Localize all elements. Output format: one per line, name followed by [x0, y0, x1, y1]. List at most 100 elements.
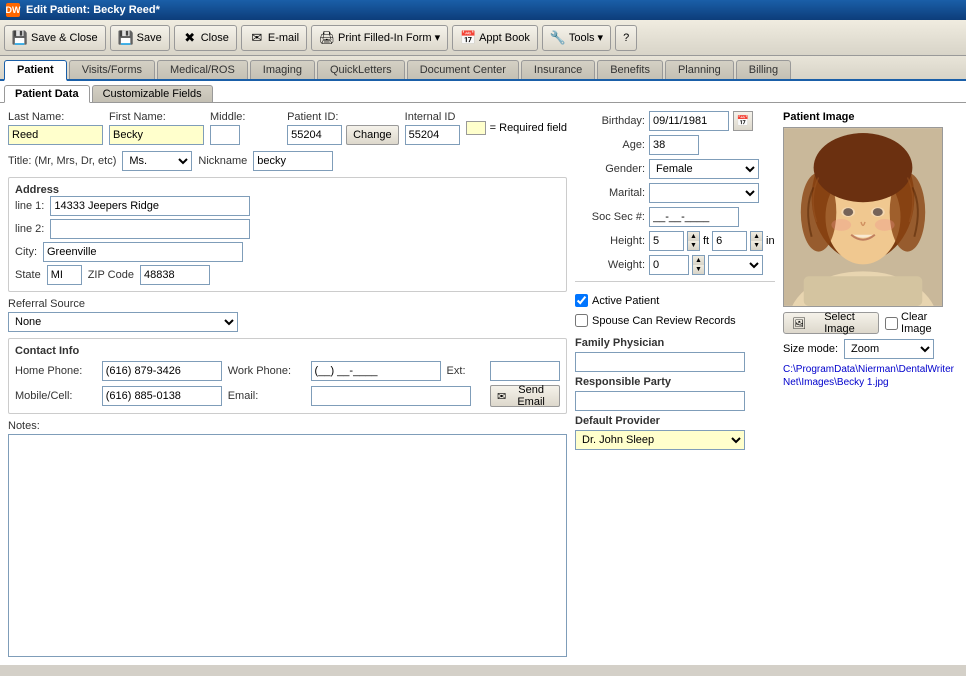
spouse-review-label: Spouse Can Review Records: [592, 315, 736, 327]
clear-image-checkbox[interactable]: [885, 317, 898, 330]
tab-patient[interactable]: Patient: [4, 60, 67, 81]
nickname-input[interactable]: [253, 151, 333, 171]
state-zip-row: State ZIP Code: [15, 265, 560, 285]
weight-input[interactable]: [649, 255, 689, 275]
send-email-button[interactable]: ✉ Send Email: [490, 385, 560, 407]
print-form-button[interactable]: 🖨 Print Filled-In Form ▾: [311, 25, 448, 51]
save-close-icon: 💾: [12, 30, 28, 46]
tab-planning[interactable]: Planning: [665, 60, 734, 79]
first-name-input[interactable]: [109, 125, 204, 145]
tab-medical-ros[interactable]: Medical/ROS: [157, 60, 248, 79]
select-image-button[interactable]: 🖼 Select Image: [783, 312, 879, 334]
work-phone-input[interactable]: [311, 361, 441, 381]
email-button[interactable]: ✉ E-mail: [241, 25, 307, 51]
address-grid: line 1: line 2: City: State ZIP Code: [15, 196, 560, 285]
state-input[interactable]: [47, 265, 82, 285]
title-select[interactable]: Ms.Mr.Mrs.Dr.: [122, 151, 192, 171]
mobile-cell-input[interactable]: [102, 386, 222, 406]
req-field-row: = Required field: [466, 121, 567, 135]
notes-textarea[interactable]: [8, 434, 567, 657]
patient-id-input[interactable]: [287, 125, 342, 145]
family-physician-input[interactable]: [575, 352, 745, 372]
notes-section: Notes:: [8, 420, 567, 657]
birthday-picker-button[interactable]: 📅: [733, 111, 753, 131]
home-phone-input[interactable]: [102, 361, 222, 381]
zip-input[interactable]: [140, 265, 210, 285]
weight-up[interactable]: ▲: [693, 256, 704, 265]
tools-icon: 🔧: [550, 30, 566, 46]
family-info-section: Family Physician Responsible Party Defau…: [575, 337, 775, 450]
save-close-button[interactable]: 💾 Save & Close: [4, 25, 106, 51]
close-button[interactable]: ✖ Close: [174, 25, 237, 51]
ext-input[interactable]: [490, 361, 560, 381]
req-box: [466, 121, 486, 135]
city-row: City:: [15, 242, 560, 262]
tab-imaging[interactable]: Imaging: [250, 60, 315, 79]
size-mode-row: Size mode: ZoomStretchCenter: [783, 339, 958, 359]
middle-input[interactable]: [210, 125, 240, 145]
middle-label: Middle:: [210, 111, 245, 123]
tab-document-center[interactable]: Document Center: [407, 60, 519, 79]
ext-label: Ext:: [447, 365, 484, 377]
city-label: City:: [15, 246, 37, 258]
patient-photo-svg: [784, 127, 942, 307]
help-button[interactable]: ?: [615, 25, 637, 51]
gender-label: Gender:: [575, 163, 645, 175]
height-in-down[interactable]: ▼: [751, 241, 762, 250]
height-in-spinner[interactable]: ▲ ▼: [750, 231, 763, 251]
referral-label: Referral Source: [8, 298, 567, 310]
size-mode-select[interactable]: ZoomStretchCenter: [844, 339, 934, 359]
height-ft-up[interactable]: ▲: [688, 232, 699, 241]
weight-unit-select[interactable]: [708, 255, 763, 275]
active-patient-row: Active Patient: [575, 294, 775, 307]
change-button[interactable]: Change: [346, 125, 399, 145]
active-patient-checkbox[interactable]: [575, 294, 588, 307]
age-input[interactable]: [649, 135, 699, 155]
save-icon: 💾: [118, 30, 134, 46]
sub-tab-customizable-fields[interactable]: Customizable Fields: [92, 85, 213, 102]
weight-spinner[interactable]: ▲ ▼: [692, 255, 705, 275]
contact-info-label: Contact Info: [15, 345, 79, 357]
weight-down[interactable]: ▼: [693, 265, 704, 274]
address-line2-input[interactable]: [50, 219, 250, 239]
email-input[interactable]: [311, 386, 471, 406]
responsible-party-input[interactable]: [575, 391, 745, 411]
image-buttons: 🖼 Select Image Clear Image: [783, 311, 958, 335]
appt-book-button[interactable]: 📅 Appt Book: [452, 25, 538, 51]
default-provider-select[interactable]: Dr. John Sleep: [575, 430, 745, 450]
work-phone-label: Work Phone:: [228, 365, 305, 377]
tab-benefits[interactable]: Benefits: [597, 60, 663, 79]
responsible-party-label: Responsible Party: [575, 376, 775, 388]
city-input[interactable]: [43, 242, 243, 262]
birthday-input[interactable]: [649, 111, 729, 131]
soc-sec-input[interactable]: [649, 207, 739, 227]
marital-label: Marital:: [575, 187, 645, 199]
last-name-input[interactable]: [8, 125, 103, 145]
select-image-icon: 🖼: [792, 317, 806, 330]
height-in-input[interactable]: [712, 231, 747, 251]
image-path: C:\ProgramData\Nierman\DentalWriterNet\I…: [783, 363, 958, 389]
tab-quick-letters[interactable]: QuickLetters: [317, 60, 405, 79]
height-in-up[interactable]: ▲: [751, 232, 762, 241]
first-name-label: First Name:: [109, 111, 204, 123]
marital-select[interactable]: SingleMarriedDivorced: [649, 183, 759, 203]
patient-id-row: Change: [287, 125, 399, 145]
address-label: Address: [15, 184, 59, 196]
tab-insurance[interactable]: Insurance: [521, 60, 595, 79]
height-ft-spinner[interactable]: ▲ ▼: [687, 231, 700, 251]
soc-sec-label: Soc Sec #:: [575, 211, 645, 223]
tab-visits-forms[interactable]: Visits/Forms: [69, 60, 155, 79]
height-ft-down[interactable]: ▼: [688, 241, 699, 250]
tab-billing[interactable]: Billing: [736, 60, 791, 79]
address-line1-input[interactable]: [50, 196, 250, 216]
sub-tab-patient-data[interactable]: Patient Data: [4, 85, 90, 103]
referral-select[interactable]: None: [8, 312, 238, 332]
tools-button[interactable]: 🔧 Tools ▾: [542, 25, 611, 51]
gender-select[interactable]: FemaleMaleOther: [649, 159, 759, 179]
print-icon: 🖨: [319, 30, 335, 46]
height-ft-input[interactable]: [649, 231, 684, 251]
save-button[interactable]: 💾 Save: [110, 25, 170, 51]
spouse-review-checkbox[interactable]: [575, 314, 588, 327]
internal-id-input[interactable]: [405, 125, 460, 145]
email-icon: ✉: [249, 30, 265, 46]
